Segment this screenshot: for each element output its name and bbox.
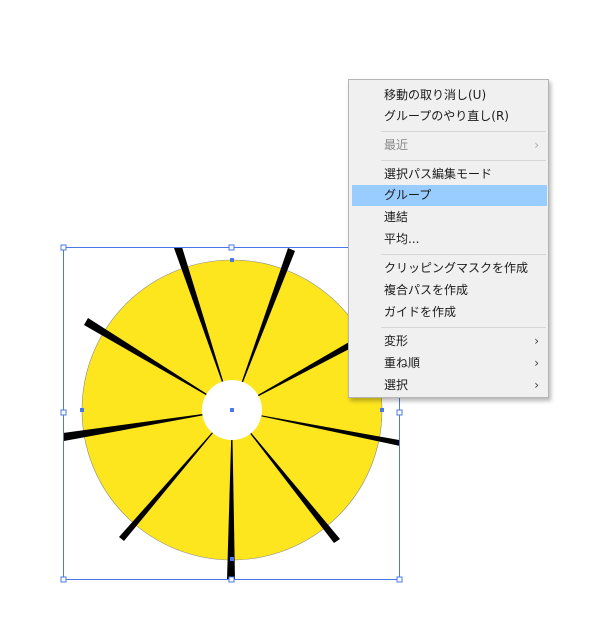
menu-item-arrange[interactable]: 重ね順 › [352,353,547,374]
menu-item-select[interactable]: 選択 › [352,375,547,396]
handle-top-center[interactable] [228,244,235,251]
menu-item-label: ガイドを作成 [384,305,457,319]
anchor-point-right[interactable] [380,408,384,412]
menu-item-recent[interactable]: 最近 › [352,135,547,156]
menu-item-isolation-mode[interactable]: 選択パス編集モード [352,164,547,185]
context-menu[interactable]: 移動の取り消し(U) グループのやり直し(R) 最近 › 選択パス編集モード グ… [348,79,549,398]
menu-item-label: 連結 [384,210,409,224]
menu-item-transform[interactable]: 変形 › [352,331,547,352]
menu-item-label: クリッピングマスクを作成 [384,261,529,275]
chevron-right-icon: › [534,356,539,370]
chevron-right-icon: › [534,138,539,152]
menu-separator [381,327,546,328]
menu-item-make-guides[interactable]: ガイドを作成 [352,302,547,323]
menu-separator [381,160,546,161]
menu-item-make-clipping-mask[interactable]: クリッピングマスクを作成 [352,258,547,279]
anchor-point-center[interactable] [230,408,234,412]
menu-item-undo-move[interactable]: 移動の取り消し(U) [352,85,547,106]
menu-item-label: グループ [384,188,432,202]
menu-item-group[interactable]: グループ [352,185,547,206]
anchor-point-top[interactable] [230,258,234,262]
menu-item-label: 選択 [384,378,409,392]
menu-separator [381,131,546,132]
menu-item-label: 重ね順 [384,356,421,370]
menu-item-redo-group[interactable]: グループのやり直し(R) [352,106,547,127]
handle-bottom-left[interactable] [60,576,67,583]
menu-item-label: 最近 [384,138,409,152]
menu-item-average[interactable]: 平均... [352,229,547,250]
menu-item-make-compound-path[interactable]: 複合パスを作成 [352,280,547,301]
handle-middle-left[interactable] [60,409,67,416]
menu-separator [381,254,546,255]
menu-item-label: 平均... [384,232,420,246]
menu-item-label: グループのやり直し(R) [384,109,509,123]
menu-item-label: 選択パス編集モード [384,167,493,181]
chevron-right-icon: › [534,334,539,348]
handle-bottom-center[interactable] [228,576,235,583]
anchor-point-left[interactable] [80,408,84,412]
chevron-right-icon: › [534,378,539,392]
menu-item-label: 移動の取り消し(U) [384,88,487,102]
handle-bottom-right[interactable] [396,576,403,583]
menu-item-label: 複合パスを作成 [384,283,469,297]
anchor-point-bottom[interactable] [230,557,234,561]
handle-top-left[interactable] [60,244,67,251]
handle-middle-right[interactable] [396,409,403,416]
menu-item-join[interactable]: 連結 [352,207,547,228]
menu-item-label: 変形 [384,334,409,348]
